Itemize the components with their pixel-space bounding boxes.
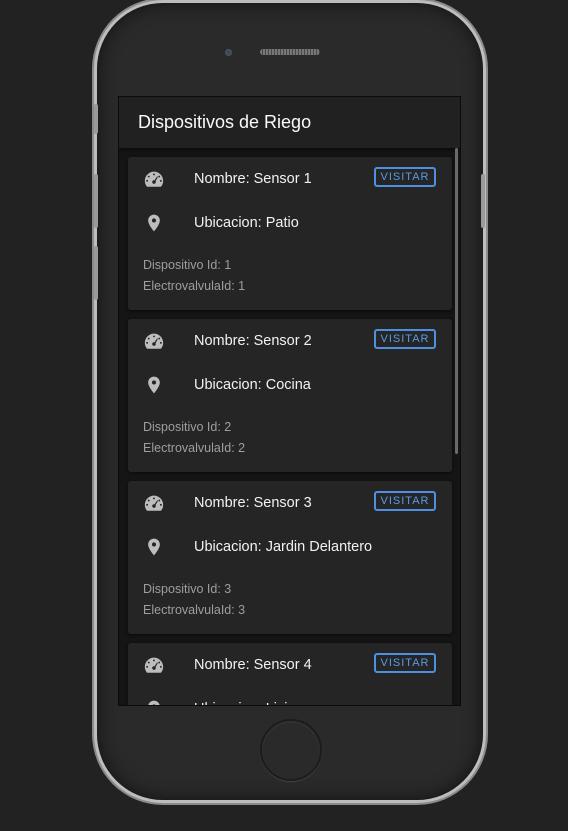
home-button[interactable] bbox=[260, 719, 322, 781]
device-id: Dispositivo Id: 2 bbox=[143, 420, 232, 434]
device-id: Dispositivo Id: 3 bbox=[143, 582, 232, 596]
speedometer-icon bbox=[143, 330, 165, 352]
page-title: Dispositivos de Riego bbox=[138, 112, 312, 132]
app-bar: Dispositivos de Riego bbox=[119, 97, 460, 148]
map-marker-icon bbox=[143, 536, 165, 558]
device-location: Ubicacion: Living bbox=[194, 701, 304, 705]
device-id: Dispositivo Id: 1 bbox=[143, 258, 232, 272]
device-card: Nombre: Sensor 4 VISITAR Ubicacion: Livi… bbox=[128, 643, 452, 705]
device-location: Ubicacion: Cocina bbox=[194, 377, 311, 393]
device-card: Nombre: Sensor 2 VISITAR Ubicacion: Coci… bbox=[128, 319, 452, 472]
device-card: Nombre: Sensor 1 VISITAR Ubicacion: Pati… bbox=[128, 157, 452, 310]
device-name: Nombre: Sensor 3 bbox=[194, 495, 312, 511]
device-location-row: Ubicacion: Cocina bbox=[128, 373, 452, 397]
mute-switch bbox=[94, 104, 98, 134]
visit-button[interactable]: VISITAR bbox=[374, 167, 436, 187]
visit-button[interactable]: VISITAR bbox=[374, 653, 436, 673]
valve-id: ElectrovalvulaId: 2 bbox=[143, 441, 246, 455]
power-button bbox=[481, 174, 485, 228]
map-marker-icon bbox=[143, 698, 165, 705]
device-list: Nombre: Sensor 1 VISITAR Ubicacion: Pati… bbox=[119, 148, 460, 705]
device-location: Ubicacion: Patio bbox=[194, 215, 299, 231]
valve-id: ElectrovalvulaId: 3 bbox=[143, 603, 246, 617]
device-name: Nombre: Sensor 1 bbox=[194, 171, 312, 187]
device-location-row: Ubicacion: Jardin Delantero bbox=[128, 535, 452, 559]
earpiece-speaker bbox=[260, 49, 320, 55]
visit-button[interactable]: VISITAR bbox=[374, 491, 436, 511]
volume-down-button bbox=[94, 246, 98, 300]
speedometer-icon bbox=[143, 168, 165, 190]
front-camera bbox=[226, 50, 231, 55]
device-location: Ubicacion: Jardin Delantero bbox=[194, 539, 373, 555]
device-location-row: Ubicacion: Living bbox=[128, 697, 452, 705]
map-marker-icon bbox=[143, 374, 165, 396]
device-name: Nombre: Sensor 2 bbox=[194, 333, 312, 349]
speedometer-icon bbox=[143, 654, 165, 676]
visit-button[interactable]: VISITAR bbox=[374, 329, 436, 349]
device-list-container[interactable]: Nombre: Sensor 1 VISITAR Ubicacion: Pati… bbox=[119, 148, 460, 705]
speedometer-icon bbox=[143, 492, 165, 514]
volume-up-button bbox=[94, 174, 98, 228]
device-card: Nombre: Sensor 3 VISITAR Ubicacion: Jard… bbox=[128, 481, 452, 634]
map-marker-icon bbox=[143, 212, 165, 234]
device-name: Nombre: Sensor 4 bbox=[194, 657, 312, 673]
device-location-row: Ubicacion: Patio bbox=[128, 211, 452, 235]
app-screen: Dispositivos de Riego Nombre: Sensor 1 V… bbox=[119, 97, 460, 705]
valve-id: ElectrovalvulaId: 1 bbox=[143, 279, 246, 293]
scrollbar[interactable] bbox=[455, 148, 458, 454]
